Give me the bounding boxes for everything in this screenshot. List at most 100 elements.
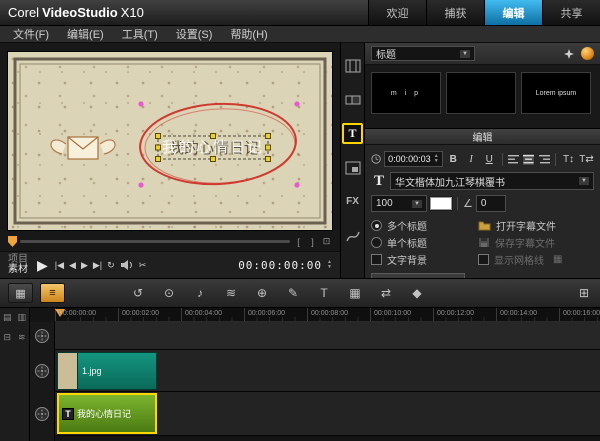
video-track-row[interactable] bbox=[55, 322, 600, 350]
show-grid-lines-checkbox[interactable]: 显示网格线 ▦ bbox=[478, 251, 594, 268]
mark-out-button[interactable]: ] bbox=[307, 237, 318, 247]
font-size-dropdown[interactable]: 100 ▼ bbox=[371, 195, 427, 212]
prev-frame-button[interactable]: ◀ bbox=[69, 260, 76, 271]
go-end-button[interactable]: ▶| bbox=[93, 260, 102, 271]
preview-canvas[interactable]: 我的心情日记 我的心情日记 bbox=[8, 52, 332, 230]
edit-panel-header: 编辑 bbox=[365, 129, 600, 145]
menu-edit[interactable]: 编辑(E) bbox=[58, 26, 113, 42]
preview-title-text[interactable]: 我的心情日记 bbox=[162, 139, 264, 156]
tab-welcome[interactable]: 欢迎 bbox=[368, 0, 426, 25]
spin-down-icon[interactable]: ▼ bbox=[434, 159, 439, 164]
repeat-button[interactable]: ↻ bbox=[107, 260, 115, 271]
chapter-point-button[interactable]: ◆ bbox=[409, 286, 425, 300]
object-handle-bottom-right[interactable] bbox=[294, 182, 299, 187]
text-backdrop-checkbox[interactable]: 文字背景 bbox=[371, 251, 474, 268]
checkbox-icon bbox=[478, 254, 489, 265]
media-tool-button[interactable] bbox=[342, 55, 363, 76]
subtitle-editor-button[interactable]: T bbox=[316, 286, 332, 300]
ruler-label: 00:00:02:00 bbox=[122, 310, 159, 317]
batch-convert-button[interactable]: ⇄ bbox=[378, 286, 394, 300]
overlay-track-reel-icon[interactable] bbox=[34, 363, 50, 379]
single-title-radio[interactable]: 单个标题 bbox=[371, 234, 474, 251]
filter-tool-button[interactable]: FX bbox=[342, 191, 363, 212]
bold-button[interactable]: B bbox=[446, 152, 461, 167]
rotation-angle-icon: ∠ bbox=[463, 197, 473, 210]
italic-button[interactable]: I bbox=[464, 152, 479, 167]
winged-envelope-graphic[interactable] bbox=[51, 137, 115, 159]
enlarge-preview-button[interactable]: ⊡ bbox=[321, 236, 332, 247]
image-clip[interactable]: 1.jpg bbox=[57, 352, 157, 390]
menu-file[interactable]: 文件(F) bbox=[4, 26, 58, 42]
object-handle-bottom-left[interactable] bbox=[138, 182, 143, 187]
mode-clip-button[interactable]: 素材 bbox=[8, 265, 28, 275]
tab-edit[interactable]: 编辑 bbox=[484, 0, 542, 25]
object-handle-top-right[interactable] bbox=[294, 101, 299, 106]
title-clip-selected[interactable]: T 我的心情日记 bbox=[57, 393, 157, 434]
next-frame-button[interactable]: ▶ bbox=[81, 260, 88, 271]
play-button[interactable]: ▶ bbox=[37, 257, 48, 274]
menu-help[interactable]: 帮助(H) bbox=[221, 26, 276, 42]
motion-tracking-button[interactable]: ⊕ bbox=[254, 286, 270, 300]
timecode-spinner[interactable]: ▲ ▼ bbox=[327, 260, 332, 270]
painting-creator-button[interactable]: ✎ bbox=[285, 286, 301, 300]
scrub-track[interactable] bbox=[20, 240, 290, 243]
track-toggle-icon-2[interactable]: ▥ bbox=[17, 312, 26, 323]
tab-share[interactable]: 共享 bbox=[542, 0, 600, 25]
underline-button[interactable]: U bbox=[482, 152, 497, 167]
timecode-display[interactable]: 00:00:00:00 bbox=[238, 259, 322, 272]
title-preset-thumbnail[interactable]: Lorem ipsum bbox=[521, 72, 591, 114]
title-track-row[interactable]: T 我的心情日记 bbox=[55, 392, 600, 436]
timeline-view-button[interactable]: ≡ bbox=[40, 283, 65, 303]
auto-music-button[interactable]: ♪ bbox=[192, 286, 208, 300]
save-subtitle-file-button[interactable]: 保存字幕文件 bbox=[478, 234, 594, 251]
gallery-filter-icon[interactable] bbox=[563, 48, 575, 60]
align-center-button[interactable] bbox=[522, 153, 535, 166]
get-more-content-icon[interactable] bbox=[581, 47, 594, 60]
track-manager-button[interactable]: ▦ bbox=[347, 286, 363, 300]
overlay-tool-button[interactable] bbox=[342, 157, 363, 178]
transition-tool-button[interactable] bbox=[342, 89, 363, 110]
split-clip-button[interactable]: ✂ bbox=[139, 260, 147, 271]
instant-project-button[interactable]: ↺ bbox=[130, 286, 146, 300]
video-track-reel-icon[interactable] bbox=[34, 328, 50, 344]
go-start-button[interactable]: |◀ bbox=[55, 260, 64, 271]
open-subtitle-file-button[interactable]: 打开字幕文件 bbox=[478, 217, 594, 234]
text-direction-button[interactable]: T⇄ bbox=[579, 152, 594, 167]
gallery-category-dropdown[interactable]: 标题 ▼ bbox=[371, 46, 475, 61]
sound-mixer-button[interactable]: ≋ bbox=[223, 286, 239, 300]
vertical-text-button[interactable]: T↕ bbox=[561, 152, 576, 167]
object-handle-top-left[interactable] bbox=[138, 101, 143, 106]
title-tool-button[interactable]: T bbox=[342, 123, 363, 144]
record-capture-button[interactable]: ⊙ bbox=[161, 286, 177, 300]
timecode-down-icon[interactable]: ▼ bbox=[327, 265, 332, 270]
track-toggle-icon-3[interactable]: ⊟ bbox=[3, 332, 11, 343]
storyboard-view-button[interactable]: ▦ bbox=[8, 283, 33, 303]
duration-spinner[interactable]: ▲ ▼ bbox=[434, 154, 439, 164]
title-preset-thumbnail[interactable]: m i p bbox=[371, 72, 441, 114]
track-toggle-icon-1[interactable]: ▤ bbox=[3, 312, 12, 323]
multiple-titles-radio[interactable]: 多个标题 bbox=[371, 217, 474, 234]
font-color-swatch[interactable] bbox=[430, 197, 452, 210]
align-left-button[interactable] bbox=[508, 153, 520, 166]
motion-path-tool-button[interactable] bbox=[342, 225, 363, 246]
track-toggle-icon-4[interactable]: ≋ bbox=[18, 332, 26, 343]
font-family-dropdown[interactable]: 华文楷体加九江琴棋覆书 ▼ bbox=[390, 172, 594, 190]
align-right-button[interactable] bbox=[538, 153, 550, 166]
scrub-playhead[interactable] bbox=[8, 236, 17, 247]
volume-icon[interactable] bbox=[120, 259, 134, 271]
duration-input[interactable]: 0:00:00:03 ▲ ▼ bbox=[384, 151, 443, 167]
chevron-down-icon: ▼ bbox=[579, 177, 589, 185]
chevron-down-icon: ▼ bbox=[412, 200, 422, 208]
tab-capture[interactable]: 捕获 bbox=[426, 0, 484, 25]
overlay-track-row[interactable]: 1.jpg bbox=[55, 350, 600, 392]
mark-in-button[interactable]: [ bbox=[293, 237, 304, 247]
timeline-ruler[interactable]: 00:00:00:00 00:00:02:00 00:00:04:00 00:0… bbox=[55, 308, 600, 322]
playback-mode-toggle: 项目 素材 bbox=[8, 255, 28, 275]
title-preset-thumbnail[interactable] bbox=[446, 72, 516, 114]
align-center-icon bbox=[523, 155, 534, 164]
title-track-reel-icon[interactable] bbox=[34, 406, 50, 422]
menu-settings[interactable]: 设置(S) bbox=[167, 26, 222, 42]
menu-tools[interactable]: 工具(T) bbox=[113, 26, 167, 42]
fit-timeline-button[interactable]: ⊞ bbox=[576, 286, 592, 300]
rotation-angle-input[interactable]: 0 bbox=[476, 195, 506, 212]
